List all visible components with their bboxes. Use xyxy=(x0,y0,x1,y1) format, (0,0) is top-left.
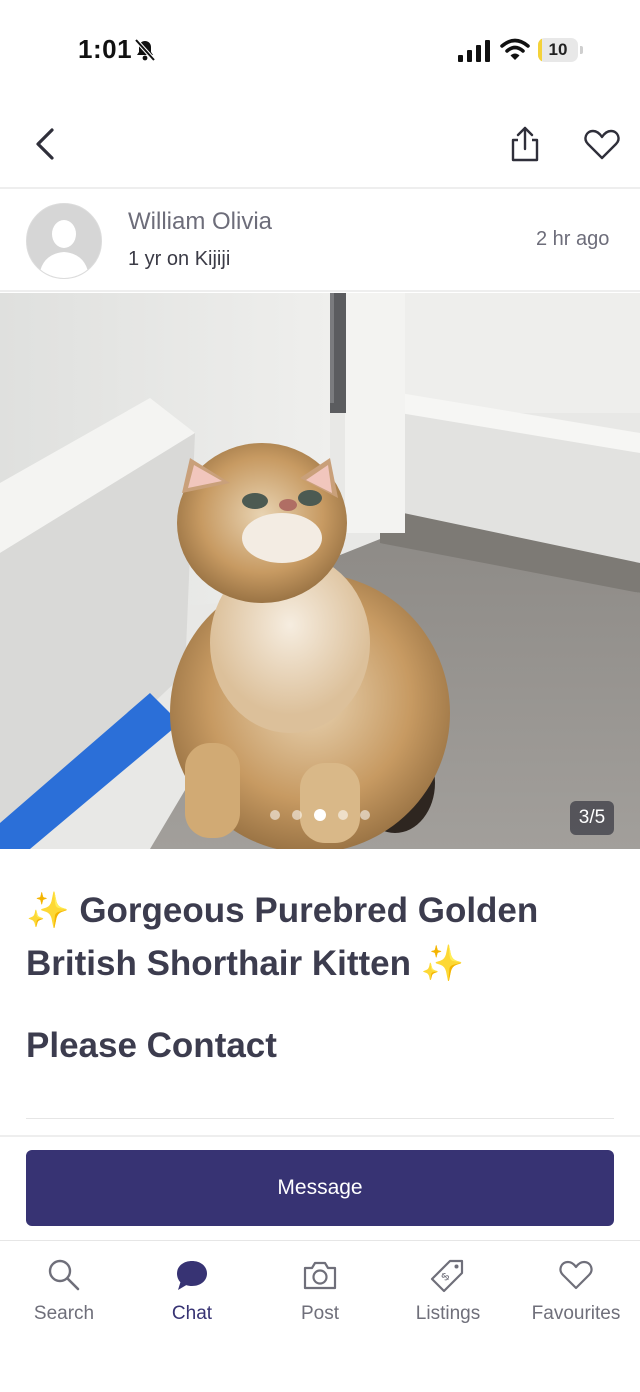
share-button[interactable] xyxy=(506,124,544,164)
cellular-signal-icon xyxy=(458,40,490,62)
tab-label: Favourites xyxy=(531,1303,621,1324)
gallery-dot[interactable] xyxy=(292,810,302,820)
seller-avatar[interactable] xyxy=(26,203,102,279)
seller-divider xyxy=(0,290,640,292)
battery-level: 10 xyxy=(548,40,568,59)
back-button[interactable] xyxy=(30,124,60,164)
tab-label: Chat xyxy=(171,1303,213,1324)
price-tag-icon: $ xyxy=(430,1259,464,1293)
silent-bell-icon xyxy=(134,38,156,62)
header-divider xyxy=(0,187,640,189)
gallery-dot[interactable] xyxy=(360,810,370,820)
favourite-button[interactable] xyxy=(582,126,622,162)
gallery-dot-active[interactable] xyxy=(314,809,326,821)
sparkles-icon: ✨ xyxy=(420,944,465,983)
tab-label: Search xyxy=(33,1303,95,1324)
tab-favourites[interactable]: Favourites xyxy=(512,1241,640,1341)
gallery-pagination xyxy=(0,809,640,821)
heart-icon xyxy=(559,1260,593,1290)
posted-time: 2 hr ago xyxy=(536,228,610,250)
photo-counter: 3/5 xyxy=(570,801,614,835)
tab-post[interactable]: Post xyxy=(256,1241,384,1341)
tab-listings[interactable]: $ Listings xyxy=(384,1241,512,1341)
tab-label: Listings xyxy=(415,1303,481,1324)
bottom-tab-bar: Search Chat Post $ Listings Favourites xyxy=(0,1240,640,1392)
status-time: 1:01 xyxy=(78,34,133,64)
kitten-photo-image xyxy=(0,293,640,849)
tab-chat[interactable]: Chat xyxy=(128,1241,256,1341)
listing-photo[interactable] xyxy=(0,293,640,849)
listing-title: ✨ Gorgeous Purebred Golden British Short… xyxy=(26,884,616,990)
tab-label: Post xyxy=(300,1303,340,1324)
user-placeholder-icon xyxy=(27,204,101,278)
chat-bubble-icon xyxy=(177,1261,207,1290)
tab-search[interactable]: Search xyxy=(0,1241,128,1341)
listing-price: Please Contact xyxy=(26,1026,277,1065)
action-bar-divider xyxy=(0,1135,640,1137)
content-divider xyxy=(26,1118,614,1119)
message-button[interactable]: Message xyxy=(26,1150,614,1226)
battery-indicator: 10 xyxy=(538,38,584,64)
gallery-dot[interactable] xyxy=(270,810,280,820)
seller-name[interactable]: William Olivia xyxy=(128,208,272,236)
search-icon xyxy=(48,1259,80,1291)
svg-text:$: $ xyxy=(439,1271,452,1284)
seller-tenure: 1 yr on Kijiji xyxy=(128,248,231,270)
camera-icon xyxy=(303,1261,337,1290)
gallery-dot[interactable] xyxy=(338,810,348,820)
wifi-icon xyxy=(500,38,530,60)
sparkles-icon: ✨ xyxy=(26,891,70,930)
